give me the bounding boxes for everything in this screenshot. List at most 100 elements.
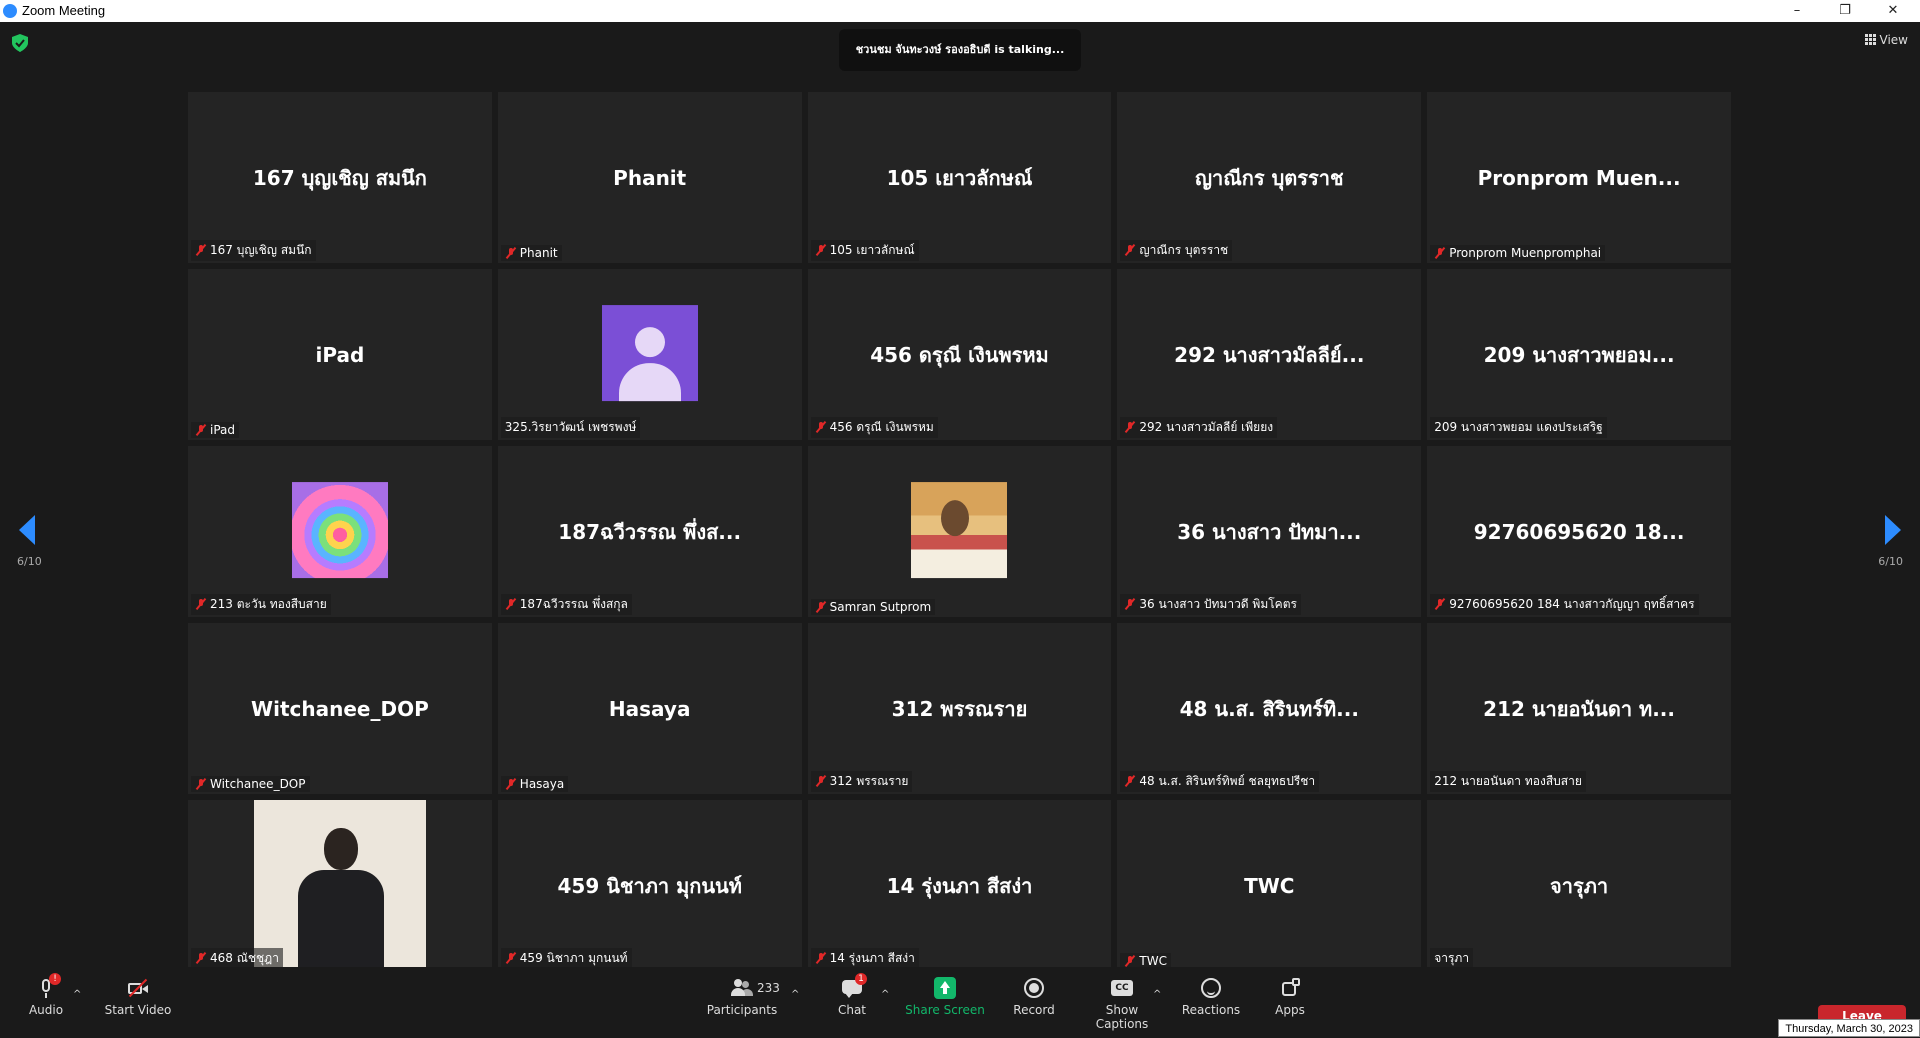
active-speaker-banner: ชวนชม จันทะวงษ์ รองอธิบดี is talking... [839, 29, 1081, 71]
participant-display-name: 105 เยาวลักษณ์ [886, 165, 1033, 190]
next-page-arrow-icon[interactable] [1885, 515, 1901, 545]
apps-button[interactable]: Apps [1264, 967, 1316, 1037]
participant-display-name: ญาณีกร บุตรราช [1194, 165, 1344, 190]
participant-name-label: ญาณีกร บุตรราช [1120, 240, 1233, 261]
rainbow-heart-profile-image [291, 481, 388, 578]
grid-view-icon [1864, 34, 1876, 45]
muted-microphone-icon [1124, 598, 1136, 610]
maximize-button[interactable]: ❐ [1822, 0, 1868, 22]
captions-options-caret-icon[interactable]: ^ [1153, 989, 1161, 1000]
participant-tile[interactable]: iPad iPad [188, 269, 492, 440]
participant-tile[interactable]: 14 รุ่งนภา สีสง่า 14 รุ่งนภา สีสง่า [807, 800, 1112, 971]
participant-display-name: 292 นางสาวมัลลีย์... [1174, 342, 1365, 367]
show-captions-label: Show Captions [1095, 1003, 1149, 1031]
minimize-button[interactable]: – [1774, 0, 1820, 22]
muted-microphone-icon [505, 598, 517, 610]
participant-name: 312 พรรณราย [829, 774, 909, 788]
security-shield-icon[interactable] [12, 34, 28, 52]
record-button[interactable]: Record [1008, 967, 1060, 1037]
participant-tile[interactable]: Pronprom Muen... Pronprom Muenpromphai [1427, 92, 1731, 263]
participant-tile[interactable]: 167 บุญเชิญ สมนึก 167 บุญเชิญ สมนึก [188, 92, 492, 263]
chat-button[interactable]: 1 Chat [826, 967, 878, 1037]
participant-tile[interactable]: 36 นางสาว ปัทมา... 36 นางสาว ปัทมาวดี พิม… [1117, 446, 1422, 617]
participant-display-name: 14 รุ่งนภา สีสง่า [886, 873, 1033, 898]
participant-tile[interactable]: 468 ณัชชุฎา [188, 800, 492, 971]
participant-name: 456 ดรุณี เงินพรหม [829, 420, 934, 434]
participant-tile[interactable]: 48 น.ส. สิรินทร์ทิ... 48 น.ส. สิรินทร์ทิพ… [1117, 623, 1422, 794]
participant-name: 212 นายอนันดา ทองสืบสาย [1434, 774, 1582, 788]
participant-name: TWC [1139, 954, 1167, 968]
chat-options-caret-icon[interactable]: ^ [881, 989, 889, 1000]
participant-display-name: Hasaya [608, 696, 691, 721]
avatar-head [634, 326, 665, 357]
participant-name-label: 92760695620 184 นางสาวกัญญา ฤทธิ์สาคร [1430, 594, 1699, 615]
participant-tile[interactable]: Samran Sutprom [807, 446, 1112, 617]
audio-button[interactable]: ! Audio [20, 967, 72, 1037]
participant-display-name: 459 นิชาภา มุกนนท์ [557, 873, 742, 898]
participants-icon-body [741, 989, 753, 996]
participant-name: 48 น.ส. สิรินทร์ทิพย์ ชลยุทธปรีชา [1139, 774, 1316, 788]
participant-tile[interactable]: 312 พรรณราย 312 พรรณราย [807, 623, 1112, 794]
muted-microphone-icon [195, 952, 207, 964]
muted-microphone-icon [815, 775, 827, 787]
participant-name-label: Pronprom Muenpromphai [1430, 245, 1606, 261]
participants-options-caret-icon[interactable]: ^ [791, 989, 799, 1000]
participant-tile[interactable]: Witchanee_DOP Witchanee_DOP [188, 623, 492, 794]
taskbar-date: Thursday, March 30, 2023 [1778, 1019, 1920, 1037]
participant-tile[interactable]: TWC TWC [1117, 800, 1422, 971]
participant-tile[interactable]: 459 นิชาภา มุกนนท์ 459 นิชาภา มุกนนท์ [497, 800, 802, 971]
view-button[interactable]: View [1864, 33, 1908, 47]
zoom-logo-icon [3, 4, 17, 18]
participant-tile[interactable]: 187ฉวีวรรณ พึ่งส... 187ฉวีวรรณ พึ่งสกุล [497, 446, 802, 617]
participant-name-label: 48 น.ส. สิรินทร์ทิพย์ ชลยุทธปรีชา [1120, 771, 1320, 792]
muted-microphone-icon [1434, 598, 1446, 610]
participant-display-name: 312 พรรณราย [891, 696, 1028, 721]
reactions-button[interactable]: Reactions [1180, 967, 1242, 1037]
participant-name: จารุภา [1434, 951, 1470, 965]
participant-name-label: 187ฉวีวรรณ พึ่งสกุล [500, 594, 632, 615]
participant-display-name: จารุภา [1550, 873, 1609, 898]
participant-name-label: 459 นิชาภา มุกนนท์ [500, 948, 632, 969]
participant-tile[interactable]: Hasaya Hasaya [497, 623, 802, 794]
participant-name: 92760695620 184 นางสาวกัญญา ฤทธิ์สาคร [1449, 597, 1695, 611]
participant-tile[interactable]: 325.วิรยาวัฒน์ เพชรพงษ์ [497, 269, 802, 440]
participant-tile[interactable]: 213 ตะวัน ทองสืบสาย [188, 446, 492, 617]
view-label: View [1879, 33, 1908, 47]
participants-icon: 233 [731, 977, 780, 999]
participant-tile[interactable]: Phanit Phanit [497, 92, 802, 263]
window-title: Zoom Meeting [22, 3, 106, 18]
audio-label: Audio [28, 1003, 64, 1017]
participant-tile[interactable]: จารุภา จารุภา [1427, 800, 1731, 971]
share-screen-button[interactable]: Share Screen [905, 967, 985, 1037]
participant-name: Samran Sutprom [829, 600, 932, 614]
chat-icon: 1 [841, 973, 867, 999]
muted-microphone-icon [1124, 775, 1136, 787]
participants-label: Participants [706, 1003, 778, 1017]
participant-tile[interactable]: 209 นางสาวพยอม... 209 นางสาวพยอม แดงประเส… [1427, 269, 1731, 440]
participant-name: 36 นางสาว ปัทมาวดี พิมโคตร [1139, 597, 1297, 611]
close-button[interactable]: ✕ [1870, 0, 1916, 22]
previous-page-arrow-icon[interactable] [19, 515, 35, 545]
participants-button[interactable]: 233 Participants [706, 967, 780, 1037]
participant-tile[interactable]: 292 นางสาวมัลลีย์... 292 นางสาวมัลลีย์ เพ… [1117, 269, 1422, 440]
participant-name-label: Samran Sutprom [810, 599, 936, 615]
show-captions-button[interactable]: Show Captions [1078, 967, 1166, 1037]
participant-name: 325.วิรยาวัฒน์ เพชรพงษ์ [504, 420, 637, 434]
participant-name-label: 468 ณัชชุฎา [191, 948, 283, 969]
start-video-button[interactable]: Start Video [104, 967, 172, 1037]
muted-microphone-icon [1434, 247, 1446, 259]
participant-tile[interactable]: 105 เยาวลักษณ์ 105 เยาวลักษณ์ [807, 92, 1112, 263]
participant-tile[interactable]: 456 ดรุณี เงินพรหม 456 ดรุณี เงินพรหม [807, 269, 1112, 440]
record-label: Record [1013, 1003, 1055, 1017]
chat-label: Chat [837, 1003, 867, 1017]
participant-name: 187ฉวีวรรณ พึ่งสกุล [519, 597, 628, 611]
participant-tile[interactable]: ญาณีกร บุตรราช ญาณีกร บุตรราช [1117, 92, 1422, 263]
audio-options-caret-icon[interactable]: ^ [73, 989, 81, 1000]
start-video-label: Start Video [104, 1003, 172, 1017]
participant-name-label: 167 บุญเชิญ สมนึก [191, 240, 316, 261]
participant-tile[interactable]: 92760695620 18... 92760695620 184 นางสาวก… [1427, 446, 1731, 617]
page-indicator-right: 6/10 [1878, 555, 1903, 568]
participant-display-name: Phanit [613, 165, 687, 190]
participant-name: Witchanee_DOP [210, 777, 306, 791]
participant-tile[interactable]: 212 นายอนันดา ท... 212 นายอนันดา ทองสืบสา… [1427, 623, 1731, 794]
